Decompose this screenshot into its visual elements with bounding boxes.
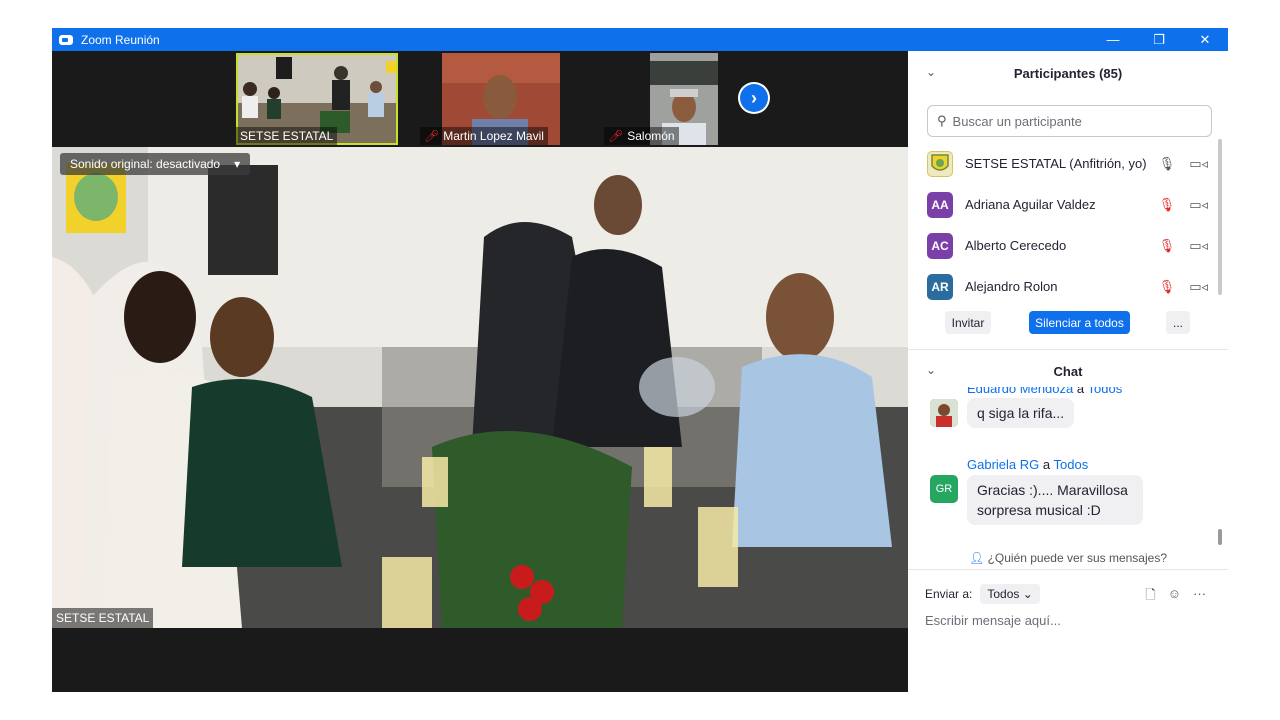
chat-message: Eduardo Mendoza a Todos q siga la rifa..…: [908, 387, 1218, 428]
thumbnail-martin-lopez-mavil[interactable]: 🎤︎ Martin Lopez Mavil: [420, 53, 582, 145]
thumbnail-name: 🎤︎ Salomón: [604, 127, 679, 145]
participant-search-input[interactable]: ⚲ Buscar un participante: [927, 105, 1212, 137]
thumbnail-name-label: Martin Lopez Mavil: [443, 129, 544, 143]
thumbnail-strip: SETSE ESTATAL 🎤︎ Martin Lopez Mavil 🎤︎ S…: [236, 53, 766, 145]
emoji-icon[interactable]: ☺: [1168, 586, 1181, 608]
participant-row[interactable]: AA Adriana Aguilar Valdez 🎙︎ ▭◃: [908, 184, 1218, 225]
search-icon: ⚲: [937, 113, 947, 128]
video-camera-off-icon[interactable]: ▭◃: [1189, 197, 1208, 213]
thumbnail-name: SETSE ESTATAL: [236, 127, 338, 145]
muted-microphone-icon[interactable]: 🎙︎: [1159, 197, 1176, 213]
mute-all-button[interactable]: Silenciar a todos: [1029, 311, 1130, 334]
microphone-icon[interactable]: 🎙︎: [1159, 156, 1176, 172]
recipient-value: Todos: [987, 587, 1020, 601]
participant-name: Alberto Cerecedo: [965, 238, 1067, 253]
avatar: [930, 399, 958, 427]
video-camera-off-icon[interactable]: ▭◃: [1189, 279, 1208, 295]
divider: [908, 569, 1228, 570]
thumbnail-name-label: Salomón: [627, 129, 675, 143]
chat-message: Gabriela RG a Todos GR Gracias :).... Ma…: [908, 457, 1218, 525]
avatar: AA: [927, 191, 953, 218]
window-title: Zoom Reunión: [81, 32, 160, 47]
avatar: AR: [927, 273, 953, 300]
to-word: a: [1076, 387, 1085, 396]
send-to-label: Enviar a:: [925, 587, 973, 601]
sender-name: Eduardo Mendoza: [967, 387, 1074, 396]
participant-row[interactable]: AC Alberto Cerecedo 🎙︎ ▭◃: [908, 225, 1218, 266]
participant-row[interactable]: SETSE ESTATAL (Anfitrión, yo) 🎙︎ ▭◃: [908, 143, 1218, 184]
chat-title: Chat: [1053, 364, 1083, 379]
recipient-select[interactable]: Todos ⌄: [980, 584, 1040, 604]
message-bubble: Gracias :).... Maravillosa sorpresa musi…: [967, 475, 1143, 525]
muted-mic-icon: 🎤︎: [608, 129, 624, 143]
restore-button[interactable]: ❐: [1136, 28, 1182, 51]
participant-name: Adriana Aguilar Valdez: [965, 197, 1096, 212]
video-camera-off-icon[interactable]: ▭◃: [1189, 238, 1208, 254]
who-can-see-messages-link[interactable]: 👤︎ ¿Quién puede ver sus mensajes?: [908, 551, 1228, 565]
thumbnail-name: 🎤︎ Martin Lopez Mavil: [420, 127, 548, 145]
close-button[interactable]: ✕: [1182, 28, 1228, 51]
chat-messages: Eduardo Mendoza a Todos q siga la rifa..…: [908, 387, 1228, 545]
person-lock-icon: 👤︎: [968, 551, 985, 565]
setse-logo-icon: [931, 153, 949, 171]
more-icon[interactable]: ···: [1193, 586, 1206, 608]
file-icon[interactable]: 🗋: [1145, 586, 1155, 608]
chevron-right-icon: ›: [740, 84, 768, 112]
zoom-camera-icon: [59, 34, 73, 45]
muted-microphone-icon[interactable]: 🎙︎: [1159, 279, 1176, 295]
compose-placeholder: Escribir mensaje aquí...: [925, 613, 1061, 628]
meeting-room-scene: [52, 147, 908, 628]
thumbnail-setse-estatal[interactable]: SETSE ESTATAL: [236, 53, 398, 145]
title-bar: Zoom Reunión — ❐ ✕: [52, 28, 1228, 51]
avatar: AC: [927, 232, 953, 259]
participant-name: SETSE ESTATAL (Anfitrión, yo): [965, 156, 1147, 171]
message-bubble: q siga la rifa...: [967, 398, 1075, 428]
sender-name: Gabriela RG: [967, 457, 1040, 472]
participants-title: Participantes (85): [1013, 66, 1123, 81]
participant-row[interactable]: AR Alejandro Rolon 🎙︎ ▭◃: [908, 266, 1218, 307]
participants-scrollbar[interactable]: [1218, 139, 1222, 295]
main-speaker-video: Sonido original: desactivado ▾ SETSE EST…: [52, 147, 908, 628]
to-word: a: [1042, 457, 1051, 472]
who-can-see-label: ¿Quién puede ver sus mensajes?: [987, 551, 1167, 565]
participant-name: Alejandro Rolon: [965, 279, 1058, 294]
chat-scrollbar[interactable]: [1218, 529, 1222, 545]
avatar: [927, 150, 953, 177]
recipient: Todos: [1087, 387, 1123, 396]
send-to-row: Enviar a: Todos ⌄: [925, 584, 1040, 604]
participant-list: SETSE ESTATAL (Anfitrión, yo) 🎙︎ ▭◃ AA A…: [908, 143, 1218, 307]
side-panel: ⌄ Participantes (85) ⚲ Buscar un partici…: [908, 51, 1228, 692]
next-page-button[interactable]: ›: [738, 82, 770, 114]
message-sender-line: Eduardo Mendoza a Todos: [967, 387, 1218, 396]
chevron-down-icon: ⌄: [1022, 587, 1033, 601]
muted-microphone-icon[interactable]: 🎙︎: [1159, 238, 1176, 254]
avatar: GR: [930, 475, 958, 503]
original-sound-label: Sonido original: desactivado: [70, 157, 221, 171]
avatar-photo: [930, 399, 958, 427]
speaker-name: SETSE ESTATAL: [52, 608, 154, 628]
minimize-button[interactable]: —: [1090, 28, 1136, 51]
dropdown-caret-icon: ▾: [234, 157, 241, 171]
chat-message-input[interactable]: Escribir mensaje aquí...: [925, 613, 1061, 628]
video-camera-icon[interactable]: ▭◃: [1189, 156, 1208, 172]
more-options-button[interactable]: ...: [1166, 311, 1190, 334]
video-area: SETSE ESTATAL 🎤︎ Martin Lopez Mavil 🎤︎ S…: [52, 51, 908, 692]
recipient: Todos: [1053, 457, 1089, 472]
original-sound-toggle[interactable]: Sonido original: desactivado ▾: [60, 153, 251, 175]
search-placeholder: Buscar un participante: [952, 113, 1082, 129]
message-sender-line: Gabriela RG a Todos: [967, 457, 1218, 472]
invite-button[interactable]: Invitar: [945, 311, 991, 334]
muted-mic-icon: 🎤︎: [424, 129, 440, 143]
divider: [908, 349, 1228, 350]
